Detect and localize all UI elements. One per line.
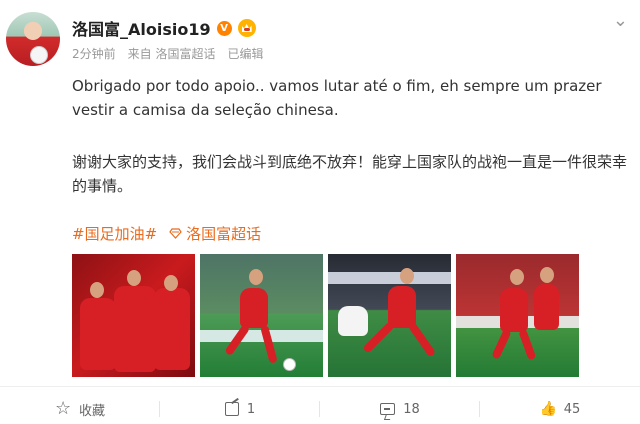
comment-button[interactable]: 18 <box>320 394 480 424</box>
verified-badge-icon: V <box>216 20 232 36</box>
edited-status: 已编辑 <box>227 47 264 61</box>
post-text-chinese: 谢谢大家的支持，我们会战斗到底绝不放弃！能穿上国家队的战袍一直是一件很荣幸的事情… <box>72 153 628 195</box>
super-topic-link[interactable]: 洛国富超话 <box>169 223 261 244</box>
post-text-portuguese: Obrigado por todo apoio.. vamos lutar at… <box>72 77 602 119</box>
post-photo-3[interactable] <box>328 254 451 377</box>
like-button[interactable]: 45 <box>480 394 640 424</box>
diamond-icon <box>169 227 182 240</box>
post-photo-1[interactable] <box>72 254 195 377</box>
post-photo-4[interactable] <box>456 254 579 377</box>
thumbs-up-icon <box>540 401 556 417</box>
action-bar-divider <box>0 386 640 387</box>
avatar-football-icon <box>30 46 48 64</box>
favorite-label: 收藏 <box>78 403 105 419</box>
post-source[interactable]: 来自 洛国富超话 <box>128 45 216 62</box>
topic-tag-china-football[interactable]: #国足加油# <box>72 223 157 244</box>
post-photo-2[interactable] <box>200 254 323 377</box>
star-icon <box>55 401 71 417</box>
favorite-button[interactable]: 收藏 <box>0 394 160 424</box>
post-photo-grid <box>72 254 579 377</box>
post-action-bar: 收藏 1 18 45 <box>0 394 640 424</box>
share-icon <box>224 402 239 416</box>
share-button[interactable]: 1 <box>160 394 320 424</box>
comment-icon <box>380 403 396 415</box>
super-topic-label: 洛国富超话 <box>186 225 262 243</box>
post-menu-icon[interactable]: ⌄ <box>613 10 628 31</box>
author-avatar[interactable] <box>6 12 60 66</box>
post-tags: #国足加油# 洛国富超话 <box>72 223 261 244</box>
post-meta: 2分钟前 来自 洛国富超话 已编辑 <box>72 45 263 62</box>
comment-count: 18 <box>403 401 420 417</box>
super-topic-badge-icon <box>237 19 256 37</box>
author-row: 洛国富_Aloisio19 V <box>72 16 256 40</box>
author-name[interactable]: 洛国富_Aloisio19 <box>72 16 211 40</box>
share-count: 1 <box>246 401 256 417</box>
like-count: 45 <box>563 401 581 417</box>
post-timestamp: 2分钟前 <box>72 47 116 61</box>
